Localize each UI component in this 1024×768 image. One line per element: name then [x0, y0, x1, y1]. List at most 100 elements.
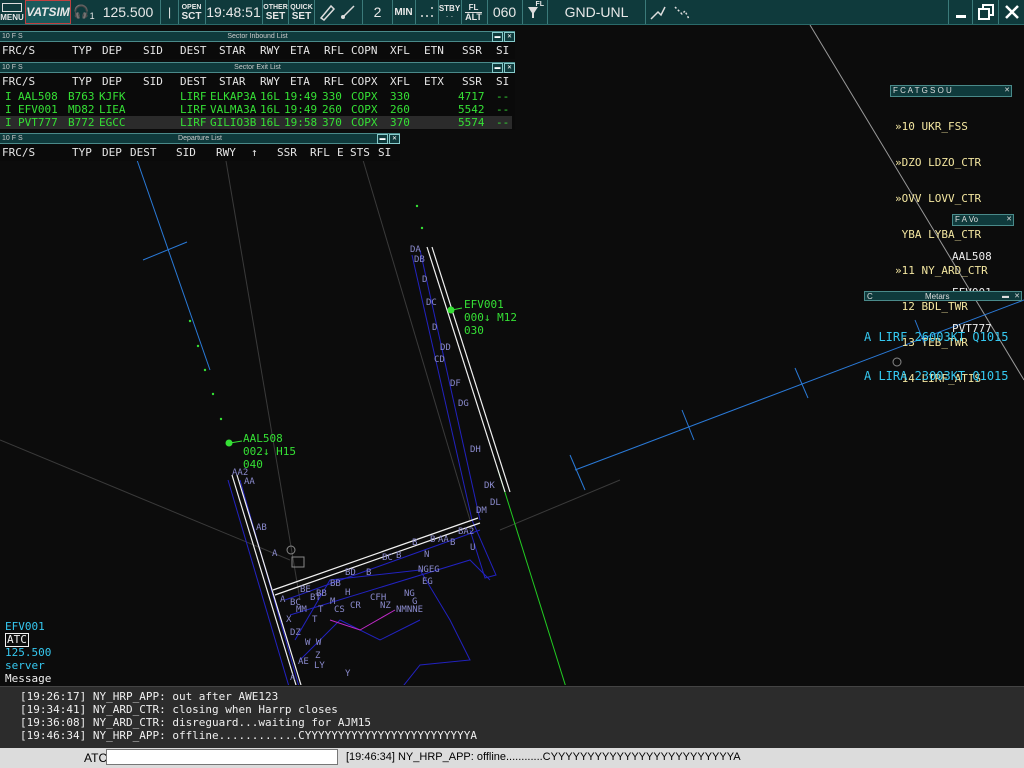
close-list-icon[interactable]: ✕	[389, 134, 400, 144]
svg-text:BA2: BA2	[458, 527, 474, 537]
svg-text:DK: DK	[484, 481, 495, 491]
minimize-list-icon[interactable]: ▬	[492, 32, 503, 42]
metar-item[interactable]: A LIRA 23003KT Q1015	[864, 370, 1024, 383]
aircraft-target-efv001[interactable]: EFV001 000↓ M12 030	[447, 298, 517, 337]
svg-text:CS: CS	[334, 605, 345, 615]
close-list-icon[interactable]: ✕	[1014, 292, 1020, 301]
aircraft-list-header[interactable]: F A Vo ✕	[952, 214, 1014, 226]
close-list-icon[interactable]: ✕	[1004, 86, 1010, 95]
svg-text:Y: Y	[345, 669, 351, 679]
chat-frequency-tab[interactable]: 125.500	[5, 646, 51, 659]
close-button[interactable]	[998, 0, 1024, 24]
restore-button[interactable]	[972, 0, 998, 24]
controller-item[interactable]: »10 UKR_FSS	[895, 121, 988, 133]
table-row[interactable]: I EFV001 MD82 LIEA LIRF VALMA3A 16L 19:4…	[0, 103, 512, 116]
metar-list-header[interactable]: C Metars ▬ ✕	[864, 291, 1022, 301]
svg-text:T: T	[318, 605, 324, 615]
controller-list-header[interactable]: F C A T G S O U ✕	[890, 85, 1012, 97]
svg-text:BD: BD	[345, 568, 356, 578]
chart-down-button[interactable]	[670, 0, 694, 24]
svg-text:H: H	[345, 588, 350, 598]
selected-callsign: EFV001	[5, 620, 45, 633]
aircraft-symbol	[225, 439, 233, 447]
minimize-list-icon[interactable]: ▬	[1002, 292, 1009, 301]
svg-text:W W: W W	[305, 638, 322, 648]
altitude-value[interactable]: 060	[487, 0, 521, 24]
svg-text:CR: CR	[350, 601, 361, 611]
sector-inbound-list: 10 F S Sector Inbound List ▬ ✕ FRC/S TYP …	[0, 31, 515, 59]
message-area[interactable]: [19:26:17] NY_HRP_APP: out after AWE123 …	[0, 686, 1024, 749]
table-row-selected[interactable]: I PVT777 B772 EGCC LIRF GILIO3B 16L 19:5…	[0, 116, 512, 129]
taxiway-outlines	[227, 249, 497, 685]
svg-text:N: N	[424, 550, 429, 560]
extended-centerline	[497, 469, 566, 685]
chat-mode-tab[interactable]: ATC	[5, 633, 29, 647]
ruler-button[interactable]	[338, 0, 358, 24]
other-set-button[interactable]: OTHER SET	[262, 0, 288, 24]
metar-item[interactable]: A LIRF 26003KT Q1015	[864, 331, 1024, 344]
headset-button[interactable]: 🎧 1	[73, 0, 95, 24]
filter-button[interactable]: FL	[522, 0, 546, 24]
draw-tool-button[interactable]	[314, 0, 338, 24]
aircraft-target-aal508[interactable]: AAL508 002↓ H15 040	[225, 432, 296, 471]
svg-text:BB: BB	[330, 579, 341, 589]
last-message: [19:46:34] NY_HRP_APP: offline..........…	[346, 751, 741, 763]
pen-icon	[319, 4, 335, 21]
target-callsign[interactable]: AAL508	[243, 432, 283, 445]
stby-button[interactable]: STBY · ·	[438, 0, 460, 24]
svg-text:DD: DD	[440, 343, 451, 353]
aircraft-item[interactable]: AAL508	[952, 251, 992, 263]
minimize-button[interactable]	[948, 0, 972, 24]
menu-button[interactable]: MENU	[0, 0, 24, 24]
list-header[interactable]: 10 F S Departure List ▬ ✕	[0, 133, 400, 144]
svg-text:D: D	[422, 275, 427, 285]
close-list-icon[interactable]: ✕	[1006, 215, 1012, 224]
dots-grid-icon	[420, 7, 433, 17]
grid-button[interactable]	[415, 0, 437, 24]
controller-item[interactable]: »OVV LOVV_CTR	[895, 193, 988, 205]
svg-text:DB: DB	[414, 255, 425, 265]
minimize-list-icon[interactable]: ▬	[492, 63, 503, 73]
svg-text:T: T	[312, 615, 318, 625]
command-input[interactable]	[106, 749, 338, 765]
target-callsign[interactable]: EFV001	[464, 298, 504, 311]
svg-text:EG: EG	[422, 577, 433, 587]
min-button[interactable]: MIN	[392, 0, 414, 24]
quick-set-button[interactable]: QUICK SET	[288, 0, 314, 24]
column-headers: FRC/S TYP DEP SID DEST STAR RWY ETA RFL …	[2, 44, 510, 57]
svg-text:A: A	[290, 673, 296, 683]
close-list-icon[interactable]: ✕	[504, 32, 515, 42]
message-line: [19:26:17] NY_HRP_APP: out after AWE123	[20, 690, 279, 703]
fl-alt-button[interactable]: FL ALT	[461, 0, 485, 24]
primary-frequency[interactable]: 125.500	[100, 0, 156, 24]
message-line: [19:36:08] NY_ARD_CTR: disreguard...wait…	[20, 716, 371, 729]
range-value[interactable]: 2	[362, 0, 392, 24]
open-sct-button[interactable]: OPEN SCT	[178, 0, 204, 24]
svg-text:BC: BC	[382, 553, 393, 563]
controller-item[interactable]: »DZO LDZO_CTR	[895, 157, 988, 169]
departure-list: 10 F S Departure List ▬ ✕ FRC/S TYP DEP D…	[0, 133, 400, 161]
svg-text:A: A	[280, 595, 286, 605]
svg-text:MM: MM	[296, 605, 307, 615]
list-header[interactable]: 10 F S Sector Inbound List ▬ ✕	[0, 31, 515, 42]
minimize-icon	[955, 15, 966, 18]
menu-icon	[2, 2, 22, 12]
chart-up-button[interactable]	[645, 0, 669, 24]
message-line: [19:46:34] NY_HRP_APP: offline..........…	[20, 729, 477, 742]
svg-text:DH: DH	[470, 445, 481, 455]
minimize-list-icon[interactable]: ▬	[377, 134, 388, 144]
chat-server-tab[interactable]: server	[5, 659, 45, 672]
station-name: GND-UNL	[547, 0, 645, 24]
close-list-icon[interactable]: ✕	[504, 63, 515, 73]
svg-text:AA: AA	[244, 477, 255, 487]
column-headers: FRC/S TYP DEP SID DEST STAR RWY ETA RFL …	[2, 75, 510, 88]
target-speed: 040	[243, 458, 263, 471]
list-header[interactable]: 10 F S Sector Exit List ▬ ✕	[0, 62, 515, 73]
table-row[interactable]: I AAL508 B763 KJFK LIRF ELKAP3A 16L 19:4…	[0, 90, 512, 103]
svg-text:U: U	[470, 543, 475, 553]
history-dots	[188, 204, 424, 421]
aircraft-symbol	[447, 306, 455, 314]
svg-text:DM: DM	[476, 506, 487, 516]
svg-text:DG: DG	[458, 399, 469, 409]
chat-message-tab[interactable]: Message	[5, 672, 51, 685]
